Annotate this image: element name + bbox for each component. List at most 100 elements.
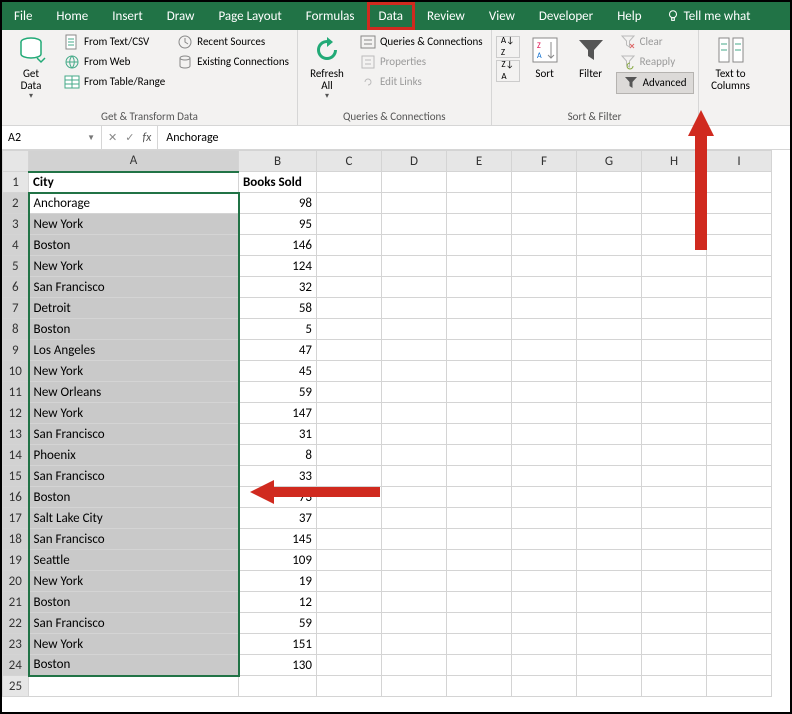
cell[interactable]: New York bbox=[29, 634, 239, 655]
row-header[interactable]: 14 bbox=[3, 445, 29, 466]
get-data-button[interactable]: Get Data ▾ bbox=[6, 32, 56, 101]
cell[interactable] bbox=[447, 655, 512, 676]
cell[interactable] bbox=[317, 340, 382, 361]
cell[interactable] bbox=[512, 172, 577, 193]
cell[interactable] bbox=[382, 277, 447, 298]
cell[interactable] bbox=[642, 277, 707, 298]
cell[interactable] bbox=[447, 676, 512, 697]
cell[interactable] bbox=[577, 361, 642, 382]
cell[interactable] bbox=[577, 214, 642, 235]
cell[interactable]: San Francisco bbox=[29, 466, 239, 487]
cell[interactable] bbox=[707, 277, 772, 298]
cell[interactable] bbox=[577, 613, 642, 634]
row-header[interactable]: 13 bbox=[3, 424, 29, 445]
cell[interactable] bbox=[512, 550, 577, 571]
cell[interactable] bbox=[317, 403, 382, 424]
cell[interactable] bbox=[382, 529, 447, 550]
cell[interactable] bbox=[512, 466, 577, 487]
tab-review[interactable]: Review bbox=[415, 2, 477, 30]
cell[interactable] bbox=[642, 571, 707, 592]
cell[interactable] bbox=[382, 655, 447, 676]
cell[interactable] bbox=[707, 529, 772, 550]
cell[interactable] bbox=[512, 340, 577, 361]
cell[interactable] bbox=[707, 550, 772, 571]
cell[interactable] bbox=[577, 634, 642, 655]
cell[interactable] bbox=[512, 298, 577, 319]
cell[interactable] bbox=[707, 592, 772, 613]
cell[interactable] bbox=[447, 214, 512, 235]
cell[interactable] bbox=[512, 655, 577, 676]
row-header[interactable]: 23 bbox=[3, 634, 29, 655]
sort-asc-button[interactable]: A↓Z bbox=[496, 36, 520, 58]
cell[interactable] bbox=[577, 403, 642, 424]
cell[interactable] bbox=[577, 550, 642, 571]
cell[interactable] bbox=[382, 193, 447, 214]
cell[interactable] bbox=[317, 298, 382, 319]
col-header-h[interactable]: H bbox=[642, 151, 707, 172]
row-header[interactable]: 6 bbox=[3, 277, 29, 298]
cell[interactable] bbox=[577, 445, 642, 466]
row-header[interactable]: 8 bbox=[3, 319, 29, 340]
cell[interactable]: 109 bbox=[239, 550, 317, 571]
tab-home[interactable]: Home bbox=[44, 2, 100, 30]
cell[interactable] bbox=[382, 172, 447, 193]
cell[interactable] bbox=[317, 361, 382, 382]
cell[interactable] bbox=[382, 613, 447, 634]
row-header[interactable]: 9 bbox=[3, 340, 29, 361]
cell[interactable] bbox=[317, 676, 382, 697]
cell[interactable] bbox=[642, 592, 707, 613]
row-header[interactable]: 12 bbox=[3, 403, 29, 424]
cell[interactable] bbox=[447, 340, 512, 361]
formula-input[interactable]: Anchorage bbox=[158, 126, 790, 149]
cell[interactable]: 59 bbox=[239, 382, 317, 403]
cell[interactable] bbox=[317, 466, 382, 487]
cell[interactable] bbox=[577, 340, 642, 361]
cell[interactable] bbox=[707, 676, 772, 697]
cell[interactable]: Salt Lake City bbox=[29, 508, 239, 529]
cell[interactable]: 5 bbox=[239, 319, 317, 340]
cell[interactable] bbox=[642, 256, 707, 277]
cell[interactable] bbox=[642, 235, 707, 256]
cell[interactable] bbox=[707, 298, 772, 319]
cell[interactable] bbox=[707, 256, 772, 277]
cell[interactable]: 31 bbox=[239, 424, 317, 445]
cell[interactable] bbox=[382, 466, 447, 487]
cell[interactable] bbox=[447, 382, 512, 403]
cell[interactable] bbox=[642, 340, 707, 361]
cell[interactable]: 145 bbox=[239, 529, 317, 550]
cell[interactable] bbox=[577, 193, 642, 214]
cell[interactable] bbox=[382, 235, 447, 256]
cell[interactable] bbox=[642, 193, 707, 214]
cell[interactable] bbox=[317, 571, 382, 592]
cell[interactable] bbox=[447, 403, 512, 424]
cell[interactable] bbox=[642, 634, 707, 655]
cell[interactable] bbox=[382, 361, 447, 382]
cell[interactable]: Detroit bbox=[29, 298, 239, 319]
cell[interactable] bbox=[577, 571, 642, 592]
cell[interactable]: 59 bbox=[239, 613, 317, 634]
cell[interactable] bbox=[317, 592, 382, 613]
cell[interactable]: Boston bbox=[29, 319, 239, 340]
col-header-d[interactable]: D bbox=[382, 151, 447, 172]
cell[interactable] bbox=[447, 613, 512, 634]
existing-connections-button[interactable]: Existing Connections bbox=[173, 52, 293, 72]
cell[interactable] bbox=[707, 382, 772, 403]
cell[interactable] bbox=[512, 508, 577, 529]
cell[interactable] bbox=[382, 550, 447, 571]
cell[interactable] bbox=[577, 676, 642, 697]
cell[interactable] bbox=[707, 508, 772, 529]
cell[interactable]: Books Sold bbox=[239, 172, 317, 193]
cell[interactable] bbox=[707, 319, 772, 340]
cell[interactable] bbox=[317, 193, 382, 214]
cell[interactable] bbox=[577, 466, 642, 487]
cell[interactable] bbox=[382, 445, 447, 466]
cell[interactable]: 19 bbox=[239, 571, 317, 592]
cell[interactable] bbox=[512, 592, 577, 613]
row-header[interactable]: 20 bbox=[3, 571, 29, 592]
cell[interactable] bbox=[382, 256, 447, 277]
cell[interactable]: Los Angeles bbox=[29, 340, 239, 361]
cell[interactable] bbox=[512, 424, 577, 445]
cell[interactable] bbox=[382, 487, 447, 508]
cell[interactable] bbox=[447, 235, 512, 256]
cell[interactable] bbox=[577, 235, 642, 256]
